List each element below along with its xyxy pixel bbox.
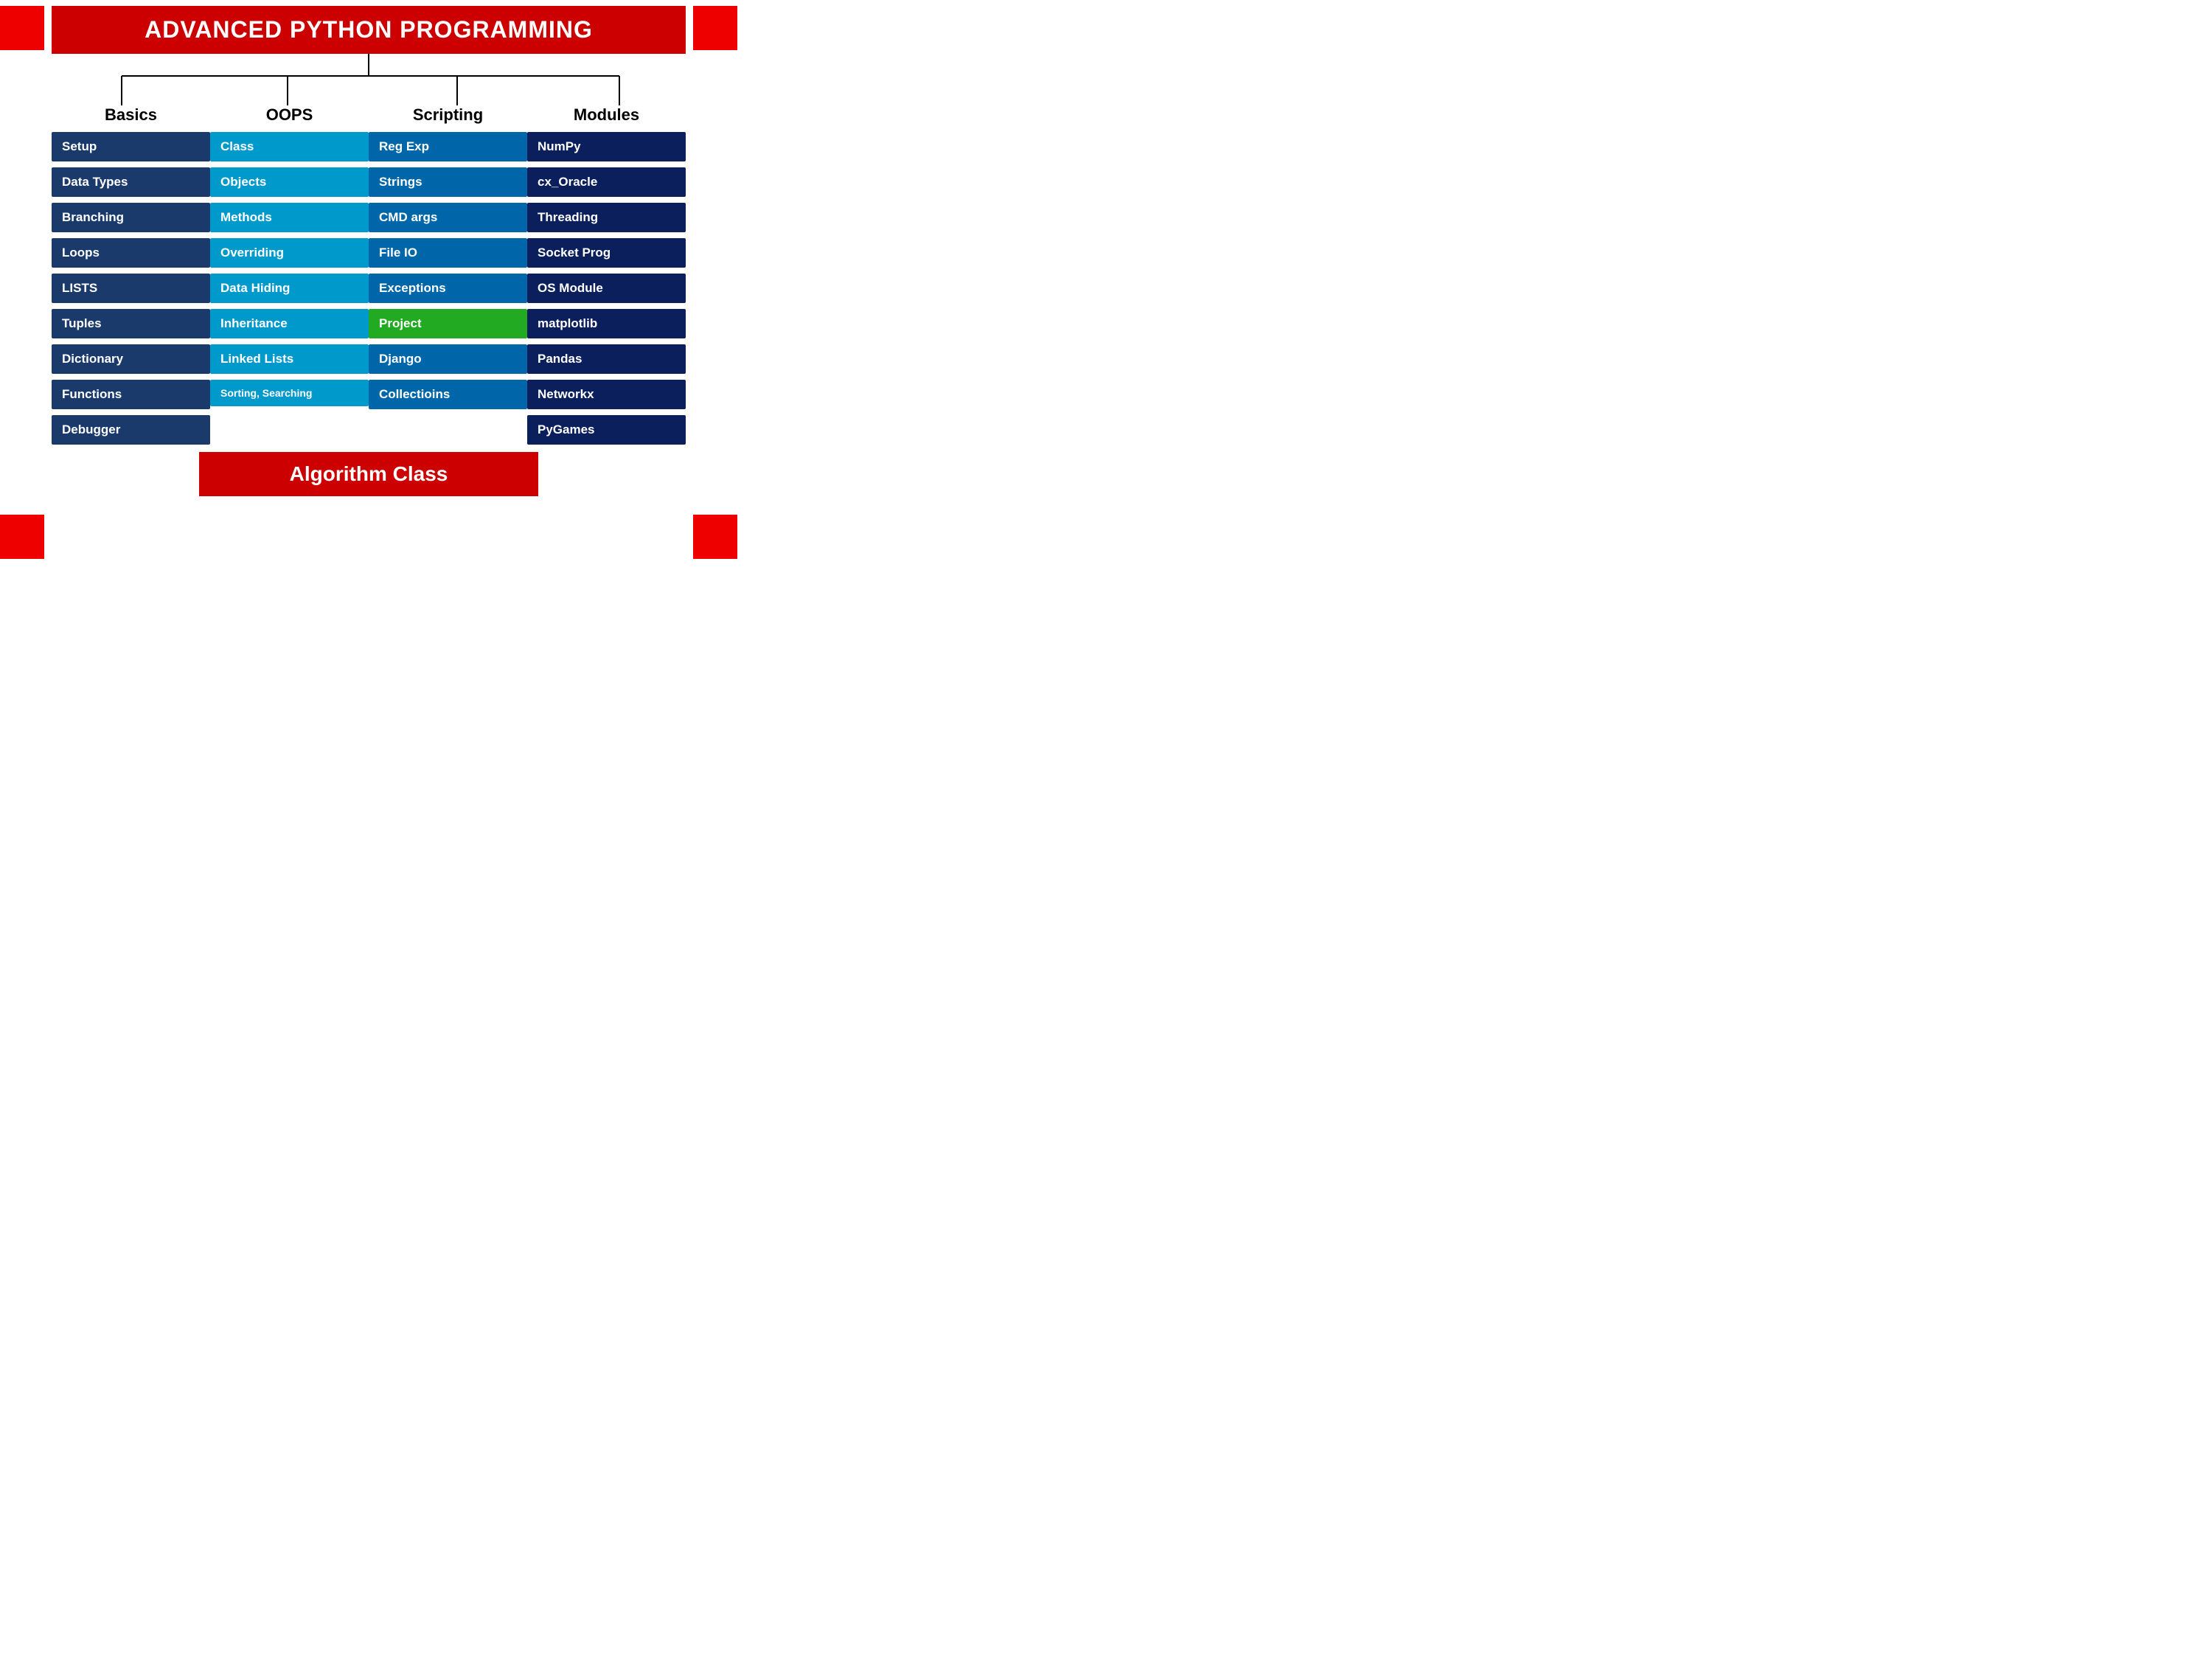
column-modules: NumPy cx_Oracle Threading Socket Prog OS… <box>527 132 686 445</box>
content-grid: Setup Data Types Branching Loops LISTS T… <box>22 132 715 445</box>
column-headers: Basics OOPS Scripting Modules <box>22 105 715 125</box>
algo-footer-text: Algorithm Class <box>206 462 531 486</box>
scripting-item-django[interactable]: Django <box>369 344 527 374</box>
column-basics: Setup Data Types Branching Loops LISTS T… <box>52 132 210 445</box>
modules-item-networkx[interactable]: Networkx <box>527 380 686 409</box>
oops-item-linkedlists[interactable]: Linked Lists <box>210 344 369 374</box>
corner-decoration-br <box>693 515 737 559</box>
basics-item-datatypes[interactable]: Data Types <box>52 167 210 197</box>
scripting-item-cmdargs[interactable]: CMD args <box>369 203 527 232</box>
modules-item-numpy[interactable]: NumPy <box>527 132 686 161</box>
oops-item-overriding[interactable]: Overriding <box>210 238 369 268</box>
scripting-item-project[interactable]: Project <box>369 309 527 338</box>
header-scripting: Scripting <box>369 105 527 125</box>
scripting-item-regexp[interactable]: Reg Exp <box>369 132 527 161</box>
basics-item-branching[interactable]: Branching <box>52 203 210 232</box>
header-basics: Basics <box>52 105 210 125</box>
scripting-item-fileio[interactable]: File IO <box>369 238 527 268</box>
oops-item-datahiding[interactable]: Data Hiding <box>210 274 369 303</box>
modules-item-threading[interactable]: Threading <box>527 203 686 232</box>
column-scripting: Reg Exp Strings CMD args File IO Excepti… <box>369 132 527 409</box>
basics-item-debugger[interactable]: Debugger <box>52 415 210 445</box>
corner-decoration-tl <box>0 6 44 50</box>
basics-item-functions[interactable]: Functions <box>52 380 210 409</box>
title-bar: ADVANCED PYTHON PROGRAMMING <box>52 6 686 54</box>
modules-item-cxoracle[interactable]: cx_Oracle <box>527 167 686 197</box>
modules-item-socketprog[interactable]: Socket Prog <box>527 238 686 268</box>
main-title: ADVANCED PYTHON PROGRAMMING <box>59 16 678 44</box>
basics-item-tuples[interactable]: Tuples <box>52 309 210 338</box>
modules-item-pandas[interactable]: Pandas <box>527 344 686 374</box>
column-oops: Class Objects Methods Overriding Data Hi… <box>210 132 369 406</box>
basics-item-dictionary[interactable]: Dictionary <box>52 344 210 374</box>
scripting-item-exceptions[interactable]: Exceptions <box>369 274 527 303</box>
modules-item-osmodule[interactable]: OS Module <box>527 274 686 303</box>
oops-item-sorting[interactable]: Sorting, Searching <box>210 380 369 406</box>
corner-decoration-bl <box>0 515 44 559</box>
header-modules: Modules <box>527 105 686 125</box>
basics-item-setup[interactable]: Setup <box>52 132 210 161</box>
oops-item-methods[interactable]: Methods <box>210 203 369 232</box>
tree-connector-svg <box>37 54 700 105</box>
algo-footer: Algorithm Class <box>199 452 538 496</box>
scripting-item-strings[interactable]: Strings <box>369 167 527 197</box>
modules-item-pygame[interactable]: PyGames <box>527 415 686 445</box>
oops-item-objects[interactable]: Objects <box>210 167 369 197</box>
corner-decoration-tr <box>693 6 737 50</box>
basics-item-lists[interactable]: LISTS <box>52 274 210 303</box>
header-oops: OOPS <box>210 105 369 125</box>
scripting-item-collections[interactable]: Collectioins <box>369 380 527 409</box>
oops-item-inheritance[interactable]: Inheritance <box>210 309 369 338</box>
basics-item-loops[interactable]: Loops <box>52 238 210 268</box>
modules-item-matplotlib[interactable]: matplotlib <box>527 309 686 338</box>
oops-item-class[interactable]: Class <box>210 132 369 161</box>
